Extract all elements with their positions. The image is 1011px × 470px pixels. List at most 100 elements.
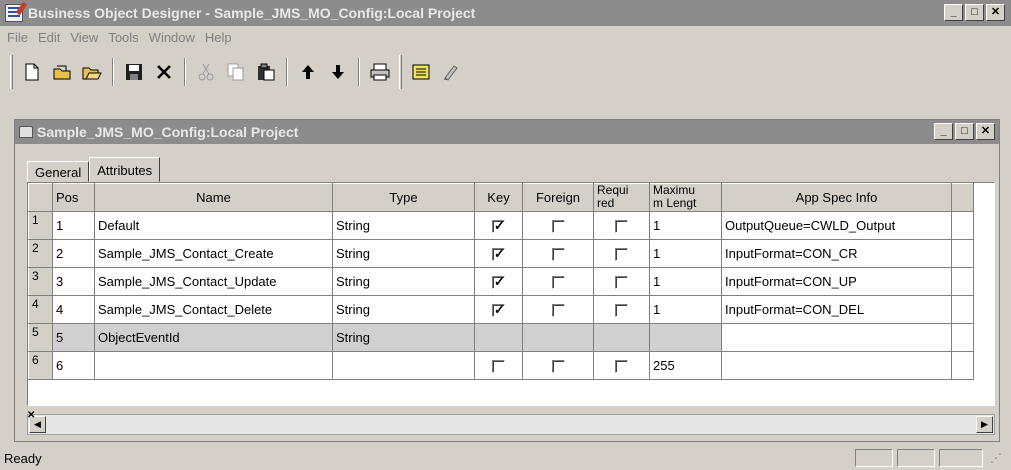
key-checkbox[interactable] [492, 218, 505, 234]
foreign-checkbox[interactable] [551, 360, 565, 374]
minimize-button[interactable]: _ [944, 4, 963, 21]
type-cell[interactable] [332, 351, 475, 380]
key-cell[interactable] [474, 351, 523, 380]
copy-icon[interactable] [221, 57, 251, 87]
row-header[interactable]: 4 [28, 295, 53, 324]
app-spec-info-cell[interactable]: InputFormat=CON_UP [721, 267, 952, 296]
foreign-cell[interactable] [522, 267, 594, 296]
column-header-pos[interactable]: Pos [52, 183, 95, 212]
required-cell[interactable] [593, 211, 650, 240]
scroll-right-icon[interactable]: ▶ [976, 416, 993, 433]
name-cell[interactable]: ObjectEventId [94, 323, 333, 352]
required-cell[interactable] [593, 323, 650, 352]
key-cell[interactable] [474, 295, 523, 324]
pos-cell[interactable]: 5 [52, 323, 95, 352]
maximize-button[interactable]: □ [965, 4, 984, 21]
app-spec-info-cell[interactable] [721, 323, 952, 352]
row-header[interactable]: 3 [28, 267, 53, 296]
document-close-button[interactable]: ✕ [976, 123, 995, 140]
foreign-cell[interactable] [522, 211, 594, 240]
properties-icon[interactable] [406, 57, 436, 87]
toolbar-grip[interactable] [399, 55, 402, 89]
table-row[interactable]: 22Sample_JMS_Contact_CreateString1InputF… [28, 239, 974, 268]
name-cell[interactable]: Default [94, 211, 333, 240]
key-cell[interactable] [474, 267, 523, 296]
pos-cell[interactable]: 4 [52, 295, 95, 324]
column-header-app-spec-info[interactable]: App Spec Info [721, 183, 952, 212]
max-length-cell[interactable]: 1 [649, 267, 722, 296]
tab-general[interactable]: General [27, 161, 90, 182]
foreign-cell[interactable] [522, 323, 594, 352]
type-cell[interactable]: String [332, 323, 475, 352]
column-header-max-length[interactable]: Maximu m Lengt [649, 183, 722, 212]
document-minimize-button[interactable]: _ [934, 123, 953, 140]
print-icon[interactable] [365, 57, 395, 87]
foreign-checkbox[interactable] [551, 304, 565, 318]
cut-icon[interactable] [191, 57, 221, 87]
type-cell[interactable]: String [332, 211, 475, 240]
resize-grip-icon[interactable]: ⋰ [990, 451, 1002, 465]
pos-cell[interactable]: 6 [52, 351, 95, 380]
menu-edit[interactable]: Edit [33, 30, 65, 45]
key-cell[interactable] [474, 239, 523, 268]
move-down-icon[interactable] [323, 57, 353, 87]
row-header[interactable]: 1 [28, 211, 53, 240]
edit-icon[interactable] [436, 57, 466, 87]
key-checkbox[interactable] [492, 360, 505, 374]
row-header[interactable]: 5 [28, 323, 53, 352]
key-cell[interactable] [474, 211, 523, 240]
required-cell[interactable] [593, 267, 650, 296]
column-header-name[interactable]: Name [94, 183, 333, 212]
foreign-checkbox[interactable] [551, 276, 565, 290]
document-maximize-button[interactable]: □ [955, 123, 974, 140]
max-length-cell[interactable]: 1 [649, 295, 722, 324]
column-header-type[interactable]: Type [332, 183, 475, 212]
required-checkbox[interactable] [615, 220, 628, 234]
move-up-icon[interactable] [293, 57, 323, 87]
type-cell[interactable]: String [332, 295, 475, 324]
foreign-cell[interactable] [522, 295, 594, 324]
toolbar-grip[interactable] [10, 55, 13, 89]
pos-cell[interactable]: 1 [52, 211, 95, 240]
table-row[interactable]: 11DefaultString1OutputQueue=CWLD_Output [28, 211, 974, 240]
name-cell[interactable]: Sample_JMS_Contact_Delete [94, 295, 333, 324]
column-header-required[interactable]: Requi red [593, 183, 650, 212]
delete-icon[interactable] [149, 57, 179, 87]
pos-cell[interactable]: 2 [52, 239, 95, 268]
menu-file[interactable]: File [2, 30, 33, 45]
required-checkbox[interactable] [615, 360, 628, 374]
menu-window[interactable]: Window [144, 30, 200, 45]
key-cell[interactable] [474, 323, 523, 352]
app-spec-info-cell[interactable]: InputFormat=CON_DEL [721, 295, 952, 324]
max-length-cell[interactable] [649, 323, 722, 352]
menu-tools[interactable]: Tools [103, 30, 143, 45]
foreign-checkbox[interactable] [551, 220, 565, 234]
close-button[interactable]: ✕ [986, 4, 1005, 21]
type-cell[interactable]: String [332, 239, 475, 268]
app-spec-info-cell[interactable]: InputFormat=CON_CR [721, 239, 952, 268]
column-header-key[interactable]: Key [474, 183, 523, 212]
pos-cell[interactable]: 3 [52, 267, 95, 296]
required-checkbox[interactable] [615, 276, 628, 290]
key-checkbox[interactable] [492, 302, 505, 318]
required-cell[interactable] [593, 351, 650, 380]
save-icon[interactable] [119, 57, 149, 87]
open-folder-icon[interactable] [77, 57, 107, 87]
name-cell[interactable] [94, 351, 333, 380]
row-header[interactable]: 6 [28, 351, 53, 380]
name-cell[interactable]: Sample_JMS_Contact_Create [94, 239, 333, 268]
key-checkbox[interactable] [492, 274, 505, 290]
required-checkbox[interactable] [615, 304, 628, 318]
max-length-cell[interactable]: 1 [649, 211, 722, 240]
paste-icon[interactable] [251, 57, 281, 87]
horizontal-scrollbar[interactable]: ◀ ▶ [27, 414, 995, 435]
app-spec-info-cell[interactable]: OutputQueue=CWLD_Output [721, 211, 952, 240]
new-icon[interactable] [17, 57, 47, 87]
foreign-cell[interactable] [522, 239, 594, 268]
tab-attributes[interactable]: Attributes [89, 157, 161, 182]
close-small-icon[interactable]: ✕ [27, 410, 39, 424]
table-row[interactable]: 33Sample_JMS_Contact_UpdateString1InputF… [28, 267, 974, 296]
table-row[interactable]: 6 6 255 [28, 351, 974, 380]
max-length-cell[interactable]: 255 [649, 351, 722, 380]
required-checkbox[interactable] [615, 248, 628, 262]
